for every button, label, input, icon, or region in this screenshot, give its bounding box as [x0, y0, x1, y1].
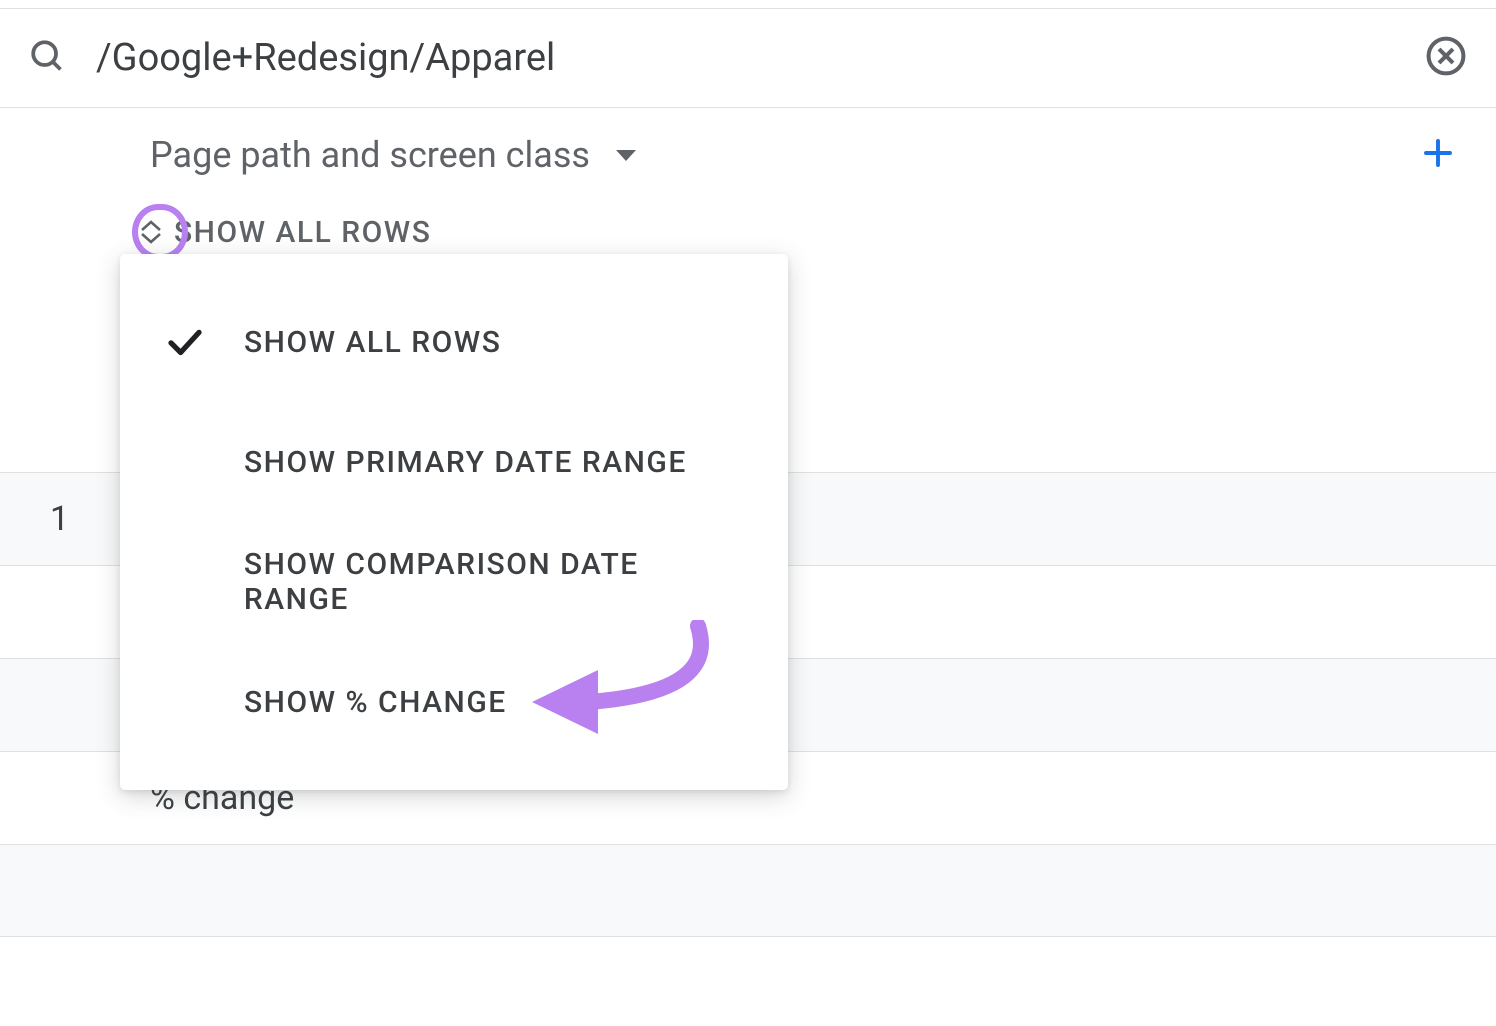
- search-bar: [0, 8, 1496, 108]
- dropdown-item-show-pct-change[interactable]: SHOW % CHANGE: [120, 642, 788, 762]
- column-header-row: SHOW ALL ROWS: [0, 202, 1496, 262]
- dimension-row: Page path and screen class: [0, 108, 1496, 202]
- row-display-label: SHOW ALL ROWS: [174, 215, 431, 250]
- dropdown-label: SHOW ALL ROWS: [244, 325, 501, 360]
- table-row[interactable]: [0, 844, 1496, 937]
- dropdown-item-show-primary-date-range[interactable]: SHOW PRIMARY DATE RANGE: [120, 402, 788, 522]
- search-icon: [28, 37, 66, 79]
- dropdown-item-show-comparison-date-range[interactable]: SHOW COMPARISON DATE RANGE: [120, 522, 788, 642]
- body-area: SHOW ALL ROWS SHOW PRIMARY DATE RANGE SH…: [0, 262, 1496, 937]
- dropdown-label: SHOW PRIMARY DATE RANGE: [244, 445, 687, 480]
- search-input[interactable]: [96, 36, 1424, 80]
- chevron-down-icon: [616, 150, 636, 161]
- check-icon: [164, 321, 244, 363]
- row-display-stepper[interactable]: [132, 220, 170, 244]
- dropdown-label: SHOW COMPARISON DATE RANGE: [244, 547, 752, 617]
- dropdown-item-show-all-rows[interactable]: SHOW ALL ROWS: [120, 282, 788, 402]
- clear-search-button[interactable]: [1424, 34, 1468, 82]
- dropdown-label: SHOW % CHANGE: [244, 685, 507, 720]
- add-dimension-button[interactable]: [1420, 135, 1456, 175]
- dimension-label: Page path and screen class: [150, 134, 590, 176]
- row-index: 1: [50, 499, 69, 539]
- dimension-selector[interactable]: Page path and screen class: [150, 134, 636, 176]
- row-display-dropdown: SHOW ALL ROWS SHOW PRIMARY DATE RANGE SH…: [120, 254, 788, 790]
